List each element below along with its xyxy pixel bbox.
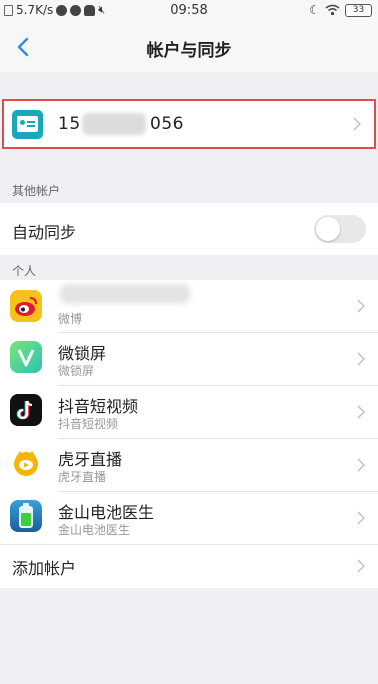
chevron-right-icon xyxy=(357,299,366,313)
douyin-icon xyxy=(10,394,42,426)
list-item-huya[interactable]: 虎牙直播 虎牙直播 xyxy=(0,439,378,491)
status-right: ☾ 33 xyxy=(309,3,372,17)
list-item-douyin[interactable]: 抖音短视频 抖音短视频 xyxy=(0,386,378,438)
section-label-other-accounts: 其他帐户 xyxy=(12,184,61,198)
list-item-subtitle: 微博 xyxy=(58,312,83,326)
account-number-end: 056 xyxy=(150,114,184,134)
chevron-right-icon xyxy=(353,117,362,131)
chevron-right-icon xyxy=(357,352,366,366)
weibo-account-name-blurred xyxy=(60,284,190,304)
account-number-mask xyxy=(82,113,146,135)
section-label-personal: 个人 xyxy=(12,264,37,278)
chevron-right-icon xyxy=(357,458,366,472)
moon-icon: ☾ xyxy=(309,3,320,17)
page-title: 帐户与同步 xyxy=(146,41,232,61)
list-item-title: 抖音短视频 xyxy=(58,397,139,416)
account-card-icon xyxy=(12,110,43,139)
list-item-battery-doctor[interactable]: 金山电池医生 金山电池医生 xyxy=(0,492,378,544)
add-account-label: 添加帐户 xyxy=(12,559,77,578)
list-item-lockscreen[interactable]: 微锁屏 微锁屏 xyxy=(0,333,378,385)
chevron-right-icon xyxy=(357,511,366,525)
chevron-right-icon xyxy=(357,559,366,573)
list-item-title: 微锁屏 xyxy=(58,344,107,363)
list-item-title: 金山电池医生 xyxy=(58,503,155,522)
personal-list: 微博 微锁屏 微锁屏 抖音短视频 抖音短视频 虎牙直播 虎牙直播 金山电池医生 … xyxy=(0,280,378,588)
list-item-subtitle: 虎牙直播 xyxy=(58,470,107,484)
list-item-weibo[interactable]: 微博 xyxy=(0,280,378,332)
list-item-subtitle: 抖音短视频 xyxy=(58,417,119,431)
status-bar: 5.7K/s 🔇︎ 09:58 ☾ 33 xyxy=(0,0,378,22)
auto-sync-row: 自动同步 xyxy=(0,203,378,255)
lockscreen-icon xyxy=(10,341,42,373)
weibo-icon xyxy=(10,290,42,322)
list-item-subtitle: 金山电池医生 xyxy=(58,523,131,537)
auto-sync-label: 自动同步 xyxy=(12,223,77,242)
account-card[interactable]: 15 056 xyxy=(2,99,376,149)
battery-indicator: 33 xyxy=(345,3,372,17)
battery-doctor-icon xyxy=(10,500,42,532)
toggle-knob xyxy=(316,217,340,241)
huya-icon xyxy=(10,447,42,479)
add-account-row[interactable]: 添加帐户 xyxy=(0,545,378,588)
auto-sync-toggle[interactable] xyxy=(314,215,366,243)
chevron-right-icon xyxy=(357,405,366,419)
list-item-subtitle: 微锁屏 xyxy=(58,364,95,378)
app-header: 帐户与同步 xyxy=(0,22,378,72)
account-number-start: 15 xyxy=(58,114,81,134)
list-item-title: 虎牙直播 xyxy=(58,450,123,469)
wifi-icon xyxy=(325,4,340,16)
